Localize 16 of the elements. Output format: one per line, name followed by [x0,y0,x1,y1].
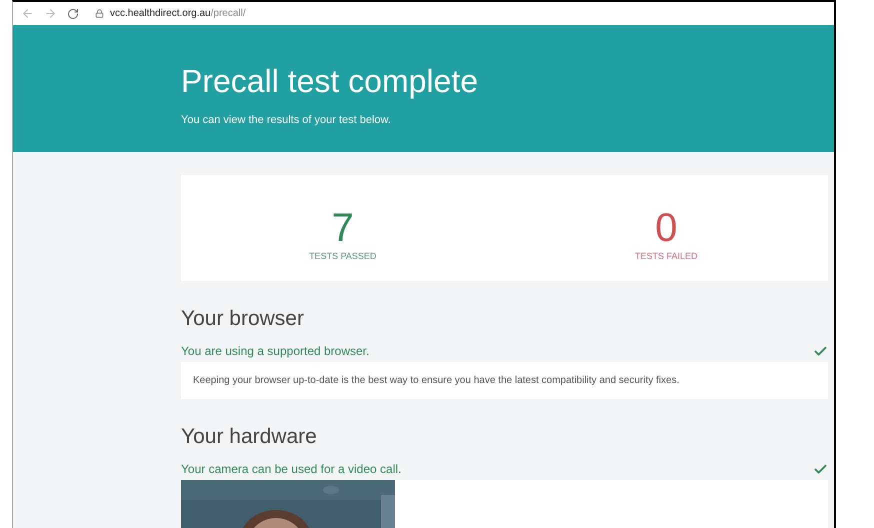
result-label: TESTS PASSED [309,251,376,261]
result-count: 7 [332,207,354,249]
status-message: Your camera can be used for a video call. [181,462,402,476]
back-icon[interactable] [21,7,34,20]
reload-icon[interactable] [67,8,79,20]
result-count: 0 [655,207,678,249]
info-text: Keeping your browser up-to-date is the best way to ensure you have the latest compatibility and security fixes. [193,375,680,386]
forward-icon[interactable] [44,7,57,20]
result-label: TESTS FAILED [634,251,698,261]
section-heading: Your hardware [181,425,318,449]
lock-icon [95,9,104,18]
page-subtitle: You can view the results of your test below. [181,114,392,126]
address-field[interactable]: vcc.healthdirect.org.au/precall/ [110,8,246,19]
section-heading: Your browser [181,307,305,331]
page-title: Precall test complete [181,63,480,100]
status-message: You are using a supported browser. [181,344,370,358]
